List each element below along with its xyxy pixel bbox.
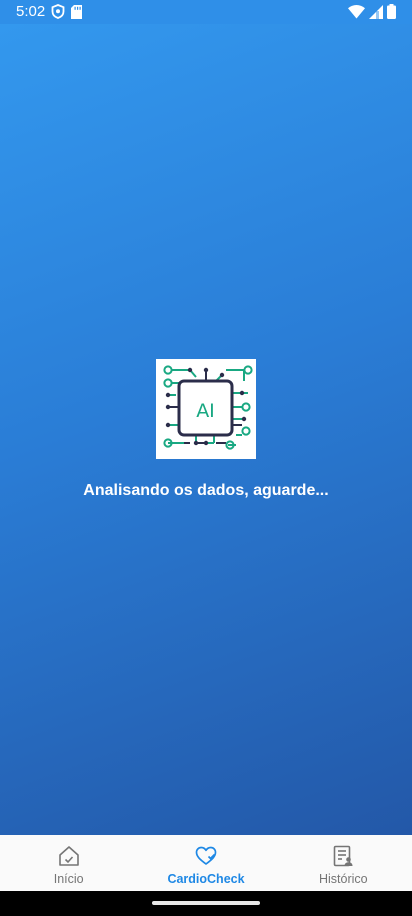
nav-item-label: Início [53, 872, 84, 886]
ai-chip-icon: AI [163, 365, 253, 450]
battery-icon [387, 4, 396, 19]
sd-card-icon [71, 4, 83, 19]
nav-item-label: CardioCheck [167, 872, 245, 886]
wifi-icon [348, 4, 365, 18]
home-icon [58, 846, 79, 866]
shield-icon [51, 4, 65, 19]
bottom-nav: Início CardioCheck Histórico [0, 835, 412, 891]
status-bar: 5:02 [0, 0, 412, 24]
nav-item-label: Histórico [319, 872, 368, 886]
ai-logo-text: AI [196, 400, 215, 422]
signal-icon [369, 4, 383, 19]
heart-check-icon [195, 846, 217, 865]
loading-message: Analisando os dados, aguarde... [83, 482, 329, 499]
status-right [348, 4, 396, 19]
nav-item-inicio[interactable]: Início [0, 835, 137, 891]
gesture-handle[interactable] [152, 901, 260, 905]
gesture-bar [0, 891, 412, 916]
main-content: AI Analisando os dados, aguarde... [0, 24, 412, 835]
history-icon [334, 845, 353, 867]
status-time: 5:02 [16, 3, 46, 20]
ai-chip-logo: AI [156, 359, 256, 459]
nav-item-cardiocheck[interactable]: CardioCheck [137, 835, 274, 891]
status-left: 5:02 [16, 3, 83, 20]
nav-item-historico[interactable]: Histórico [275, 835, 412, 891]
